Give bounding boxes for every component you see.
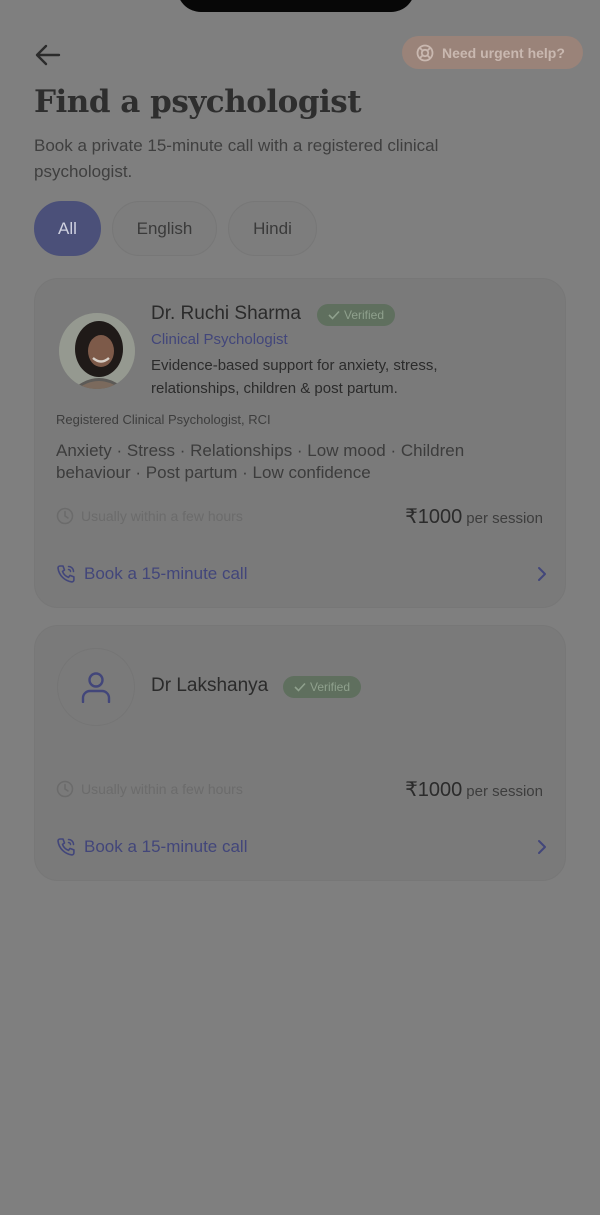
chevron-right-icon — [537, 839, 547, 855]
check-icon — [294, 682, 306, 692]
phone-icon — [56, 837, 76, 857]
user-icon — [81, 671, 111, 703]
arrow-left-icon — [35, 44, 61, 66]
avatar — [59, 313, 135, 389]
chevron-right-icon — [537, 566, 547, 582]
availability: Usually within a few hours — [56, 507, 243, 525]
price-amount: ₹1000 — [405, 506, 463, 528]
lifebuoy-icon — [416, 44, 434, 62]
page-subtitle: Book a private 15-minute call with a reg… — [34, 136, 439, 181]
phone-icon — [56, 564, 76, 584]
back-button[interactable] — [30, 38, 66, 72]
psychologist-blurb: Evidence-based support for anxiety, stre… — [151, 357, 438, 397]
book-call-button[interactable]: Book a 15-minute call — [56, 832, 547, 862]
verified-badge: Verified — [317, 304, 396, 326]
filter-chip-hindi[interactable]: Hindi — [228, 201, 317, 256]
urgent-help-button[interactable]: Need urgent help? — [402, 36, 583, 69]
psychologist-role: Clinical Psychologist — [151, 331, 288, 348]
price-unit: per session — [466, 510, 543, 527]
session-price: ₹1000 per session — [405, 777, 543, 802]
page-title: Find a psychologist — [34, 84, 362, 120]
check-icon — [328, 310, 340, 320]
availability: Usually within a few hours — [56, 780, 243, 798]
psychologist-card: Dr. Ruchi Sharma Verified Clinical Psych… — [34, 278, 566, 608]
verified-label: Verified — [310, 680, 351, 694]
device-notch — [177, 0, 415, 12]
filter-chip-all[interactable]: All — [34, 201, 101, 256]
book-call-button[interactable]: Book a 15-minute call — [56, 559, 547, 589]
session-price: ₹1000 per session — [405, 504, 543, 529]
price-unit: per session — [466, 783, 543, 800]
availability-text: Usually within a few hours — [81, 781, 243, 797]
avatar-placeholder — [57, 648, 135, 726]
psychologist-card: Dr Lakshanya Verified Usually within a f… — [34, 625, 566, 881]
specialty-tags: Anxiety · Stress · Relationships · Low m… — [56, 441, 465, 482]
book-call-label: Book a 15-minute call — [84, 564, 248, 583]
clock-icon — [56, 507, 74, 525]
price-amount: ₹1000 — [405, 779, 463, 801]
registration-text: Registered Clinical Psychologist, RCI — [56, 412, 271, 427]
clock-icon — [56, 780, 74, 798]
availability-text: Usually within a few hours — [81, 508, 243, 524]
verified-label: Verified — [344, 308, 385, 322]
verified-badge: Verified — [283, 676, 362, 698]
psychologist-name: Dr Lakshanya — [151, 675, 269, 696]
urgent-help-label: Need urgent help? — [442, 44, 565, 61]
psychologist-name: Dr. Ruchi Sharma — [151, 303, 301, 324]
language-filters: All English Hindi — [34, 201, 317, 256]
filter-chip-english[interactable]: English — [112, 201, 217, 256]
book-call-label: Book a 15-minute call — [84, 837, 248, 856]
